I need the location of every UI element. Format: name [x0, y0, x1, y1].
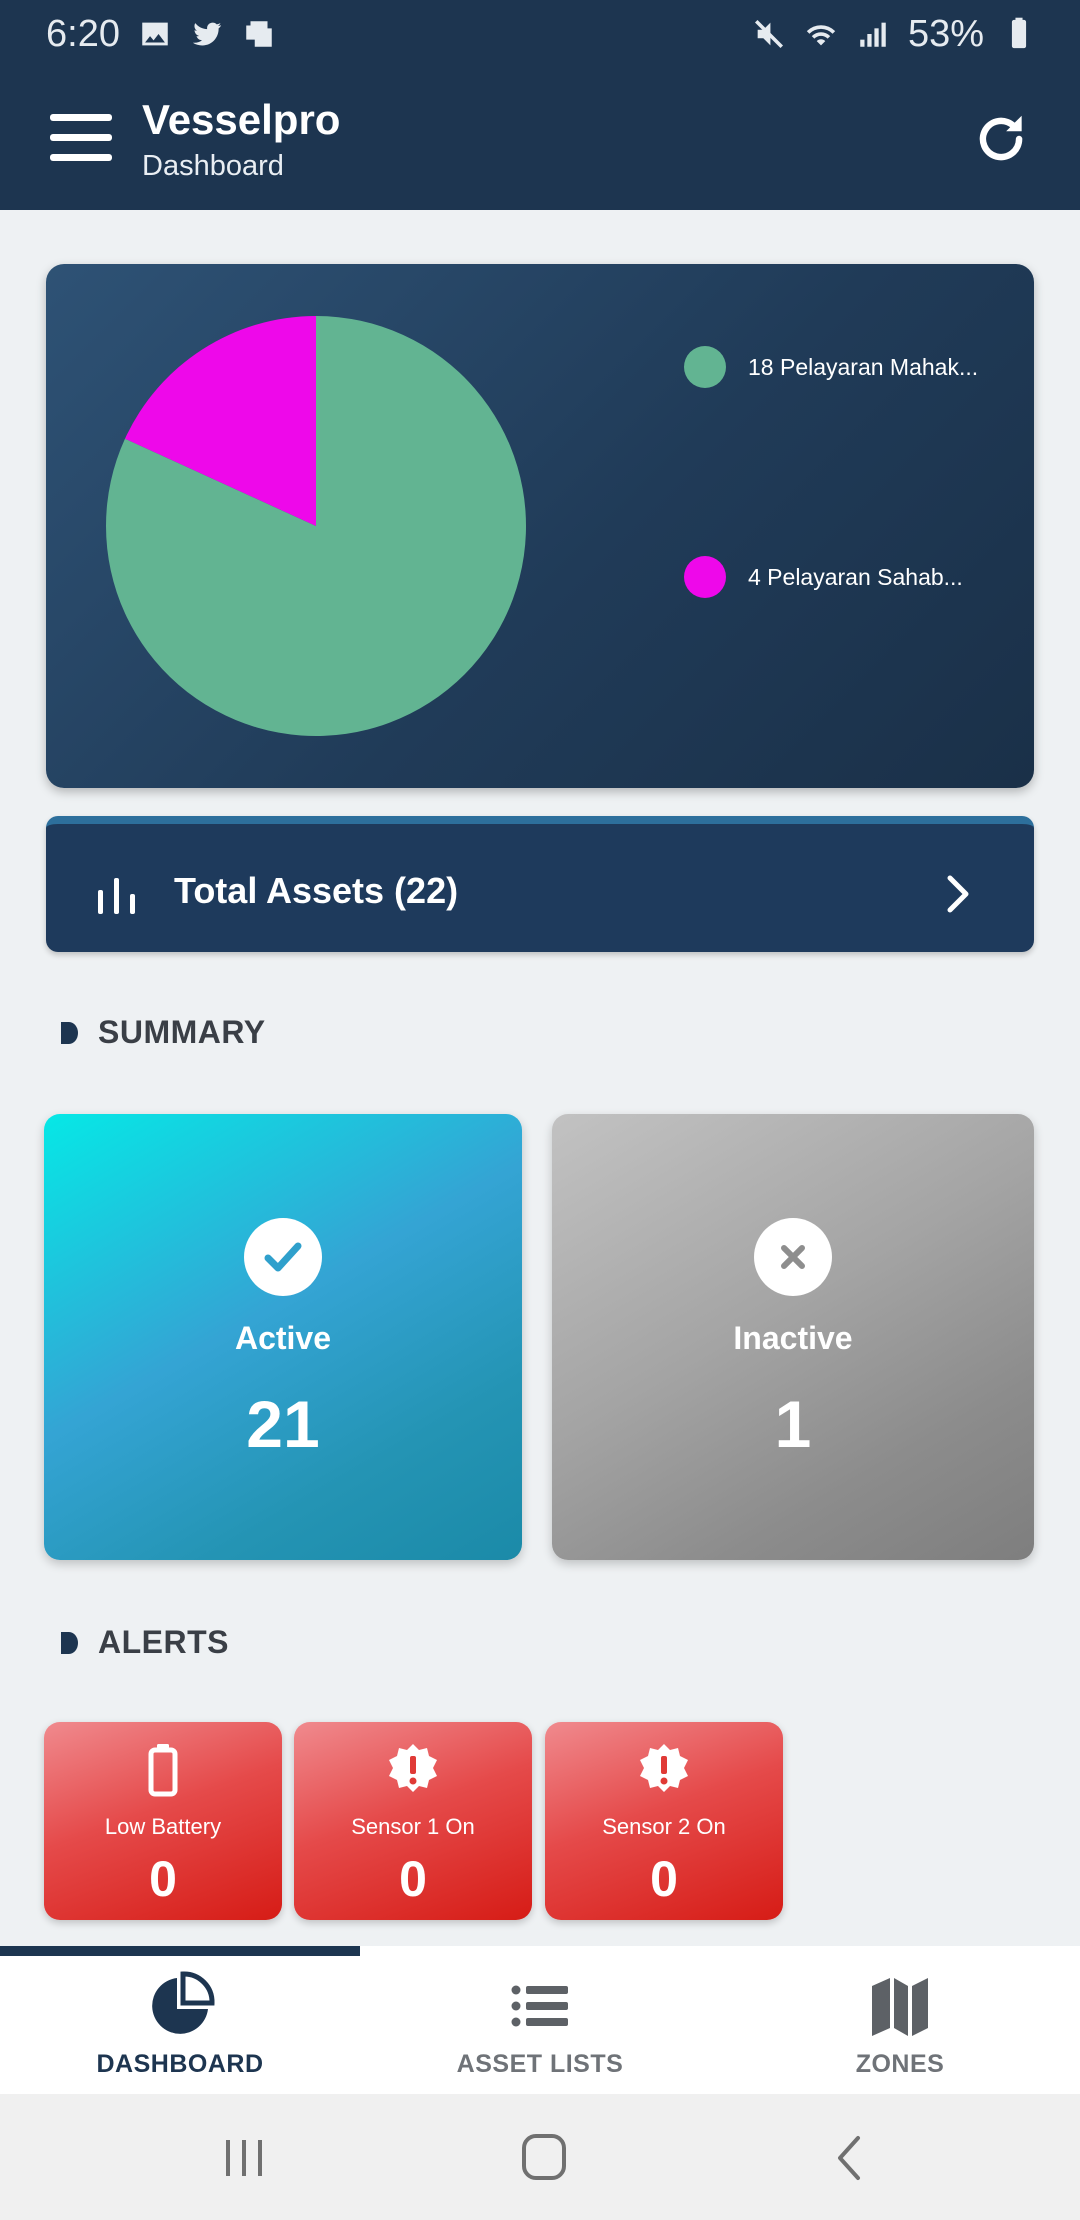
total-assets-button[interactable]: Total Assets (22) — [46, 816, 1034, 952]
app-title: Vesselpro — [142, 96, 341, 143]
battery-status-icon — [1002, 17, 1036, 51]
sensor-2-alert-card[interactable]: Sensor 2 On 0 — [545, 1722, 783, 1920]
mute-icon — [752, 17, 786, 51]
section-marker-icon — [61, 1021, 78, 1044]
summary-heading: SUMMARY — [58, 1014, 266, 1051]
active-label: Active — [234, 1320, 332, 1356]
active-summary-card[interactable]: Active 21 — [44, 1114, 522, 1560]
alerts-heading: ALERTS — [58, 1624, 229, 1661]
total-assets-label: Total Assets (22) — [174, 870, 459, 911]
recent-apps-icon[interactable] — [214, 2130, 274, 2186]
app-bar: Vesselpro Dashboard — [0, 68, 1080, 210]
alerts-title: ALERTS — [98, 1624, 229, 1660]
inactive-label: Inactive — [733, 1320, 853, 1356]
nav-zones[interactable]: ZONES — [720, 1946, 1080, 2094]
pie-chart — [106, 316, 527, 736]
status-time: 6:20 — [46, 12, 120, 55]
nav-dashboard[interactable]: DASHBOARD — [0, 1946, 360, 2094]
alert-count: 0 — [149, 1851, 177, 1907]
chevron-right-icon — [947, 875, 969, 913]
battery-percent: 53% — [907, 12, 984, 55]
alert-count: 0 — [399, 1851, 427, 1907]
nav-label: DASHBOARD — [96, 2050, 264, 2078]
legend-swatch — [684, 346, 726, 388]
app-notification-icon — [242, 17, 276, 51]
status-left: 6:20 — [46, 13, 276, 56]
bar-chart-icon — [98, 878, 135, 914]
alert-badge-icon — [640, 1744, 688, 1792]
image-notification-icon — [138, 17, 172, 51]
alert-label: Low Battery — [104, 1814, 222, 1839]
close-circle-icon — [754, 1218, 832, 1296]
hamburger-menu-icon[interactable] — [50, 114, 112, 164]
inactive-summary-card[interactable]: Inactive 1 — [552, 1114, 1034, 1560]
back-icon[interactable] — [820, 2130, 880, 2186]
list-icon — [511, 1985, 568, 2027]
inactive-count: 1 — [774, 1387, 812, 1461]
alert-badge-icon — [389, 1744, 437, 1792]
asset-pie-chart-card: 18 Pelayaran Mahak... 4 Pelayaran Sahab..… — [46, 264, 1034, 788]
signal-icon — [856, 17, 890, 51]
nav-label: ZONES — [855, 2050, 945, 2078]
home-icon[interactable] — [514, 2130, 574, 2186]
twitter-icon — [190, 17, 224, 51]
legend-item-1: 4 Pelayaran Sahab... — [684, 556, 963, 598]
nav-asset-lists[interactable]: ASSET LISTS — [360, 1946, 720, 2094]
app-subtitle: Dashboard — [142, 150, 284, 182]
alert-label: Sensor 1 On — [351, 1814, 475, 1839]
section-marker-icon — [61, 1631, 78, 1654]
pie-chart-icon — [152, 1971, 215, 2034]
active-count: 21 — [246, 1387, 320, 1461]
bottom-navigation: DASHBOARD ASSET LISTS ZONES — [0, 1946, 1080, 2094]
alert-count: 0 — [650, 1851, 678, 1907]
map-icon — [872, 1978, 928, 2036]
refresh-icon[interactable] — [970, 108, 1032, 170]
status-right: 53% — [752, 13, 1036, 56]
wifi-icon — [804, 17, 838, 51]
legend-item-0: 18 Pelayaran Mahak... — [684, 346, 978, 388]
legend-label: 4 Pelayaran Sahab... — [748, 563, 963, 590]
status-bar: 6:20 53% — [0, 0, 1080, 68]
nav-label: ASSET LISTS — [456, 2050, 624, 2078]
summary-title: SUMMARY — [98, 1014, 266, 1050]
legend-swatch — [684, 556, 726, 598]
system-navigation-bar — [0, 2094, 1080, 2220]
battery-icon — [148, 1744, 178, 1797]
check-circle-icon — [244, 1218, 322, 1296]
legend-label: 18 Pelayaran Mahak... — [748, 353, 979, 380]
alert-label: Sensor 2 On — [602, 1814, 726, 1839]
sensor-1-alert-card[interactable]: Sensor 1 On 0 — [294, 1722, 532, 1920]
low-battery-alert-card[interactable]: Low Battery 0 — [44, 1722, 282, 1920]
